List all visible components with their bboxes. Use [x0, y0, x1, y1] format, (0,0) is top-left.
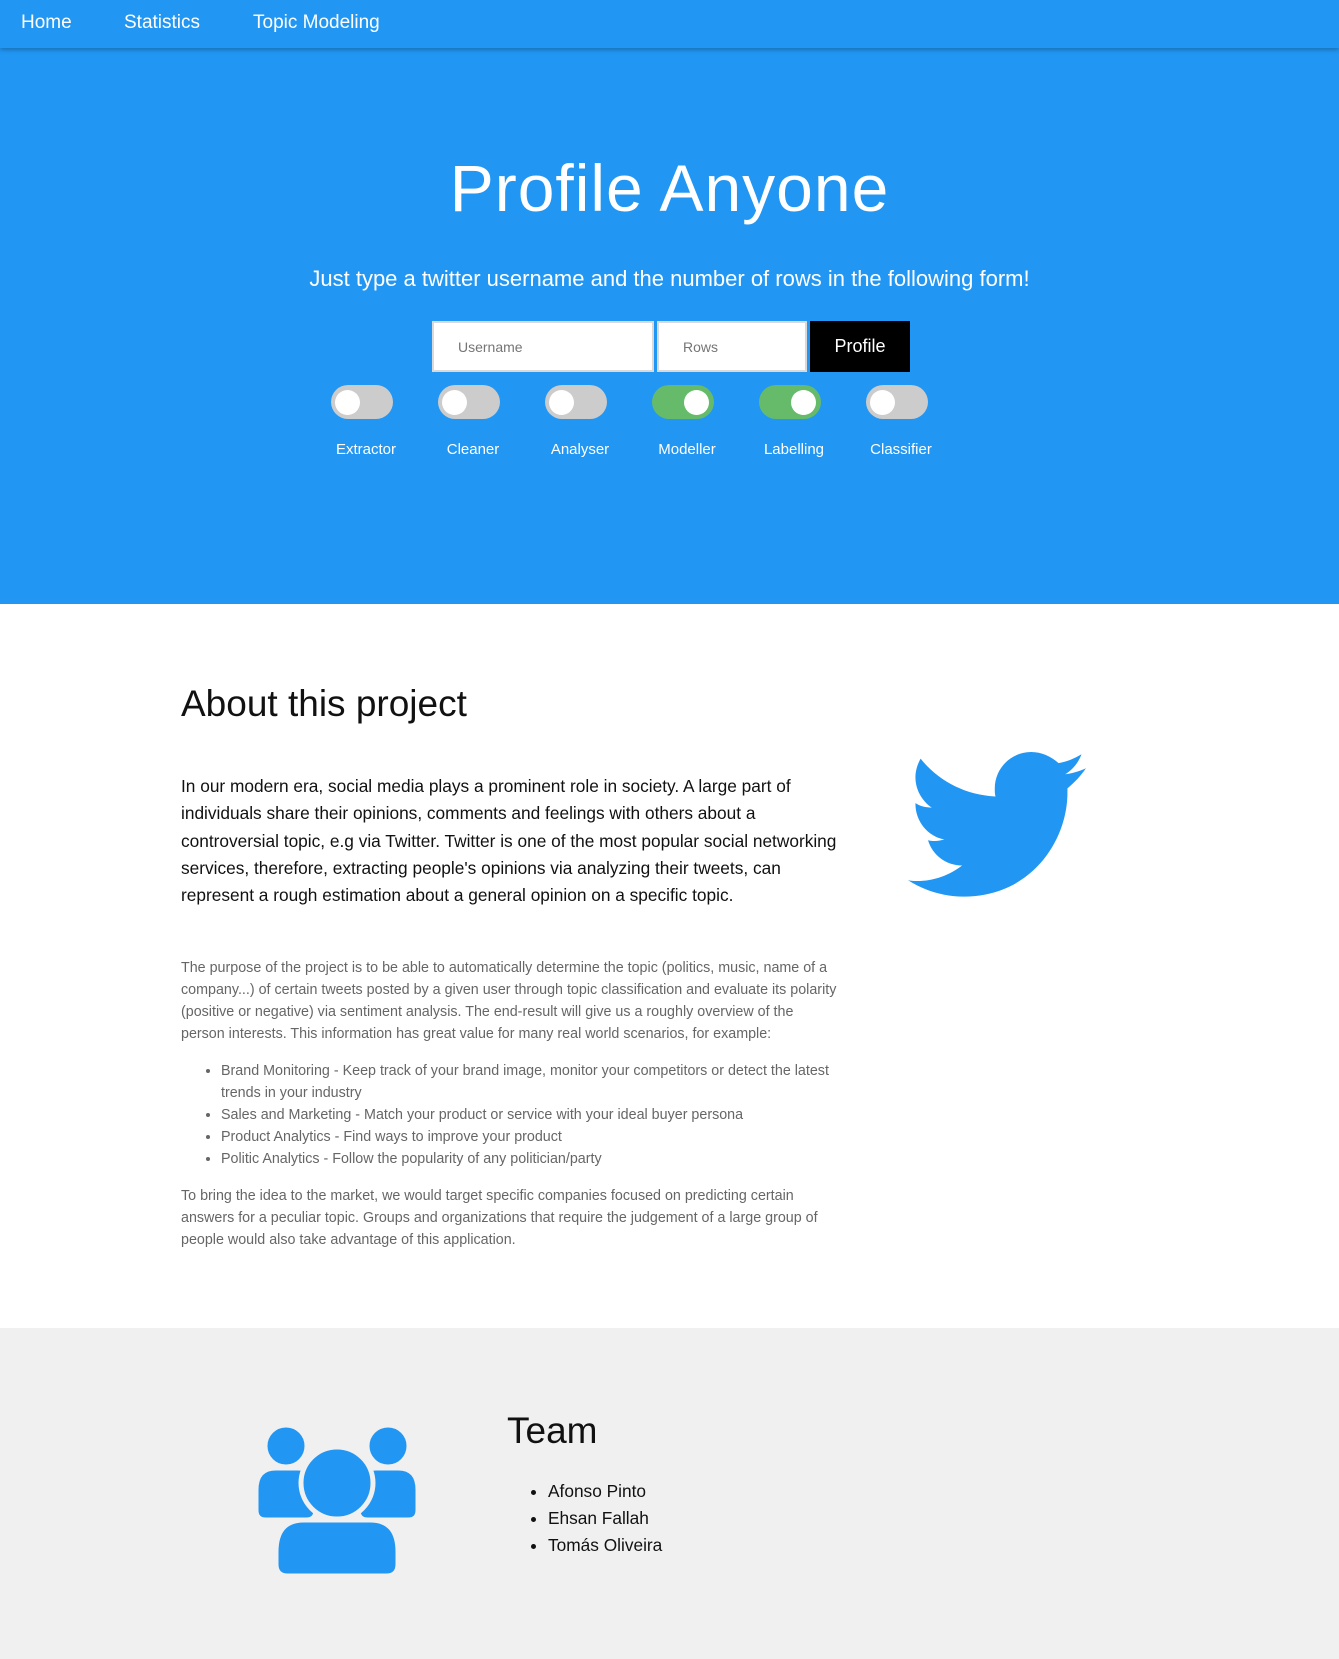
twitter-bird-icon — [908, 752, 1086, 897]
toggle-knob — [549, 390, 574, 415]
about-purpose: The purpose of the project is to be able… — [181, 960, 837, 1042]
list-item: Sales and Marketing - Match your product… — [221, 1104, 841, 1126]
toggle-knob — [870, 390, 895, 415]
toggle-labelling[interactable] — [759, 385, 821, 419]
about-market: To bring the idea to the market, we woul… — [181, 1188, 818, 1248]
team-title: Team — [507, 1410, 598, 1451]
toggle-classifier[interactable] — [866, 385, 928, 419]
team-member: Tomás Oliveira — [548, 1532, 662, 1559]
toggle-label-analyser: Analyser — [550, 441, 610, 458]
toggle-extractor[interactable] — [331, 385, 393, 419]
team-member: Ehsan Fallah — [548, 1505, 662, 1532]
toggle-knob — [442, 390, 467, 415]
navbar: Home Statistics Topic Modeling — [0, 0, 1339, 48]
nav-statistics[interactable]: Statistics — [124, 12, 200, 34]
hero-title: Profile Anyone — [449, 151, 890, 225]
nav-home[interactable]: Home — [21, 12, 72, 34]
hero-subtitle: Just type a twitter username and the num… — [309, 266, 1030, 291]
team-member: Afonso Pinto — [548, 1478, 662, 1505]
examples-list: Brand Monitoring - Keep track of your br… — [221, 1060, 841, 1170]
toggle-label-modeller: Modeller — [658, 441, 716, 458]
team-section: Team Afonso Pinto Ehsan Fallah Tomás Oli… — [0, 1328, 1339, 1659]
toggle-knob — [791, 390, 816, 415]
about-lead: In our modern era, social media plays a … — [181, 776, 837, 906]
toggle-knob — [684, 390, 709, 415]
profile-button[interactable]: Profile — [810, 321, 910, 372]
toggle-label-labelling: Labelling — [763, 441, 825, 458]
list-item: Product Analytics - Find ways to improve… — [221, 1126, 841, 1148]
toggle-label-classifier: Classifier — [870, 441, 932, 458]
username-input[interactable] — [432, 321, 654, 372]
toggle-label-cleaner: Cleaner — [446, 441, 500, 458]
toggle-modeller[interactable] — [652, 385, 714, 419]
toggle-cleaner[interactable] — [438, 385, 500, 419]
users-group-icon — [254, 1424, 420, 1576]
team-members-list: Afonso Pinto Ehsan Fallah Tomás Oliveira — [548, 1478, 662, 1559]
toggle-knob — [335, 390, 360, 415]
list-item: Brand Monitoring - Keep track of your br… — [221, 1060, 841, 1104]
list-item: Politic Analytics - Follow the popularit… — [221, 1148, 841, 1170]
hero-section: Profile Anyone Just type a twitter usern… — [0, 48, 1339, 604]
rows-input[interactable] — [657, 321, 807, 372]
nav-topic-modeling[interactable]: Topic Modeling — [253, 12, 380, 34]
toggle-label-extractor: Extractor — [335, 441, 396, 458]
toggle-analyser[interactable] — [545, 385, 607, 419]
about-title: About this project — [181, 683, 467, 724]
